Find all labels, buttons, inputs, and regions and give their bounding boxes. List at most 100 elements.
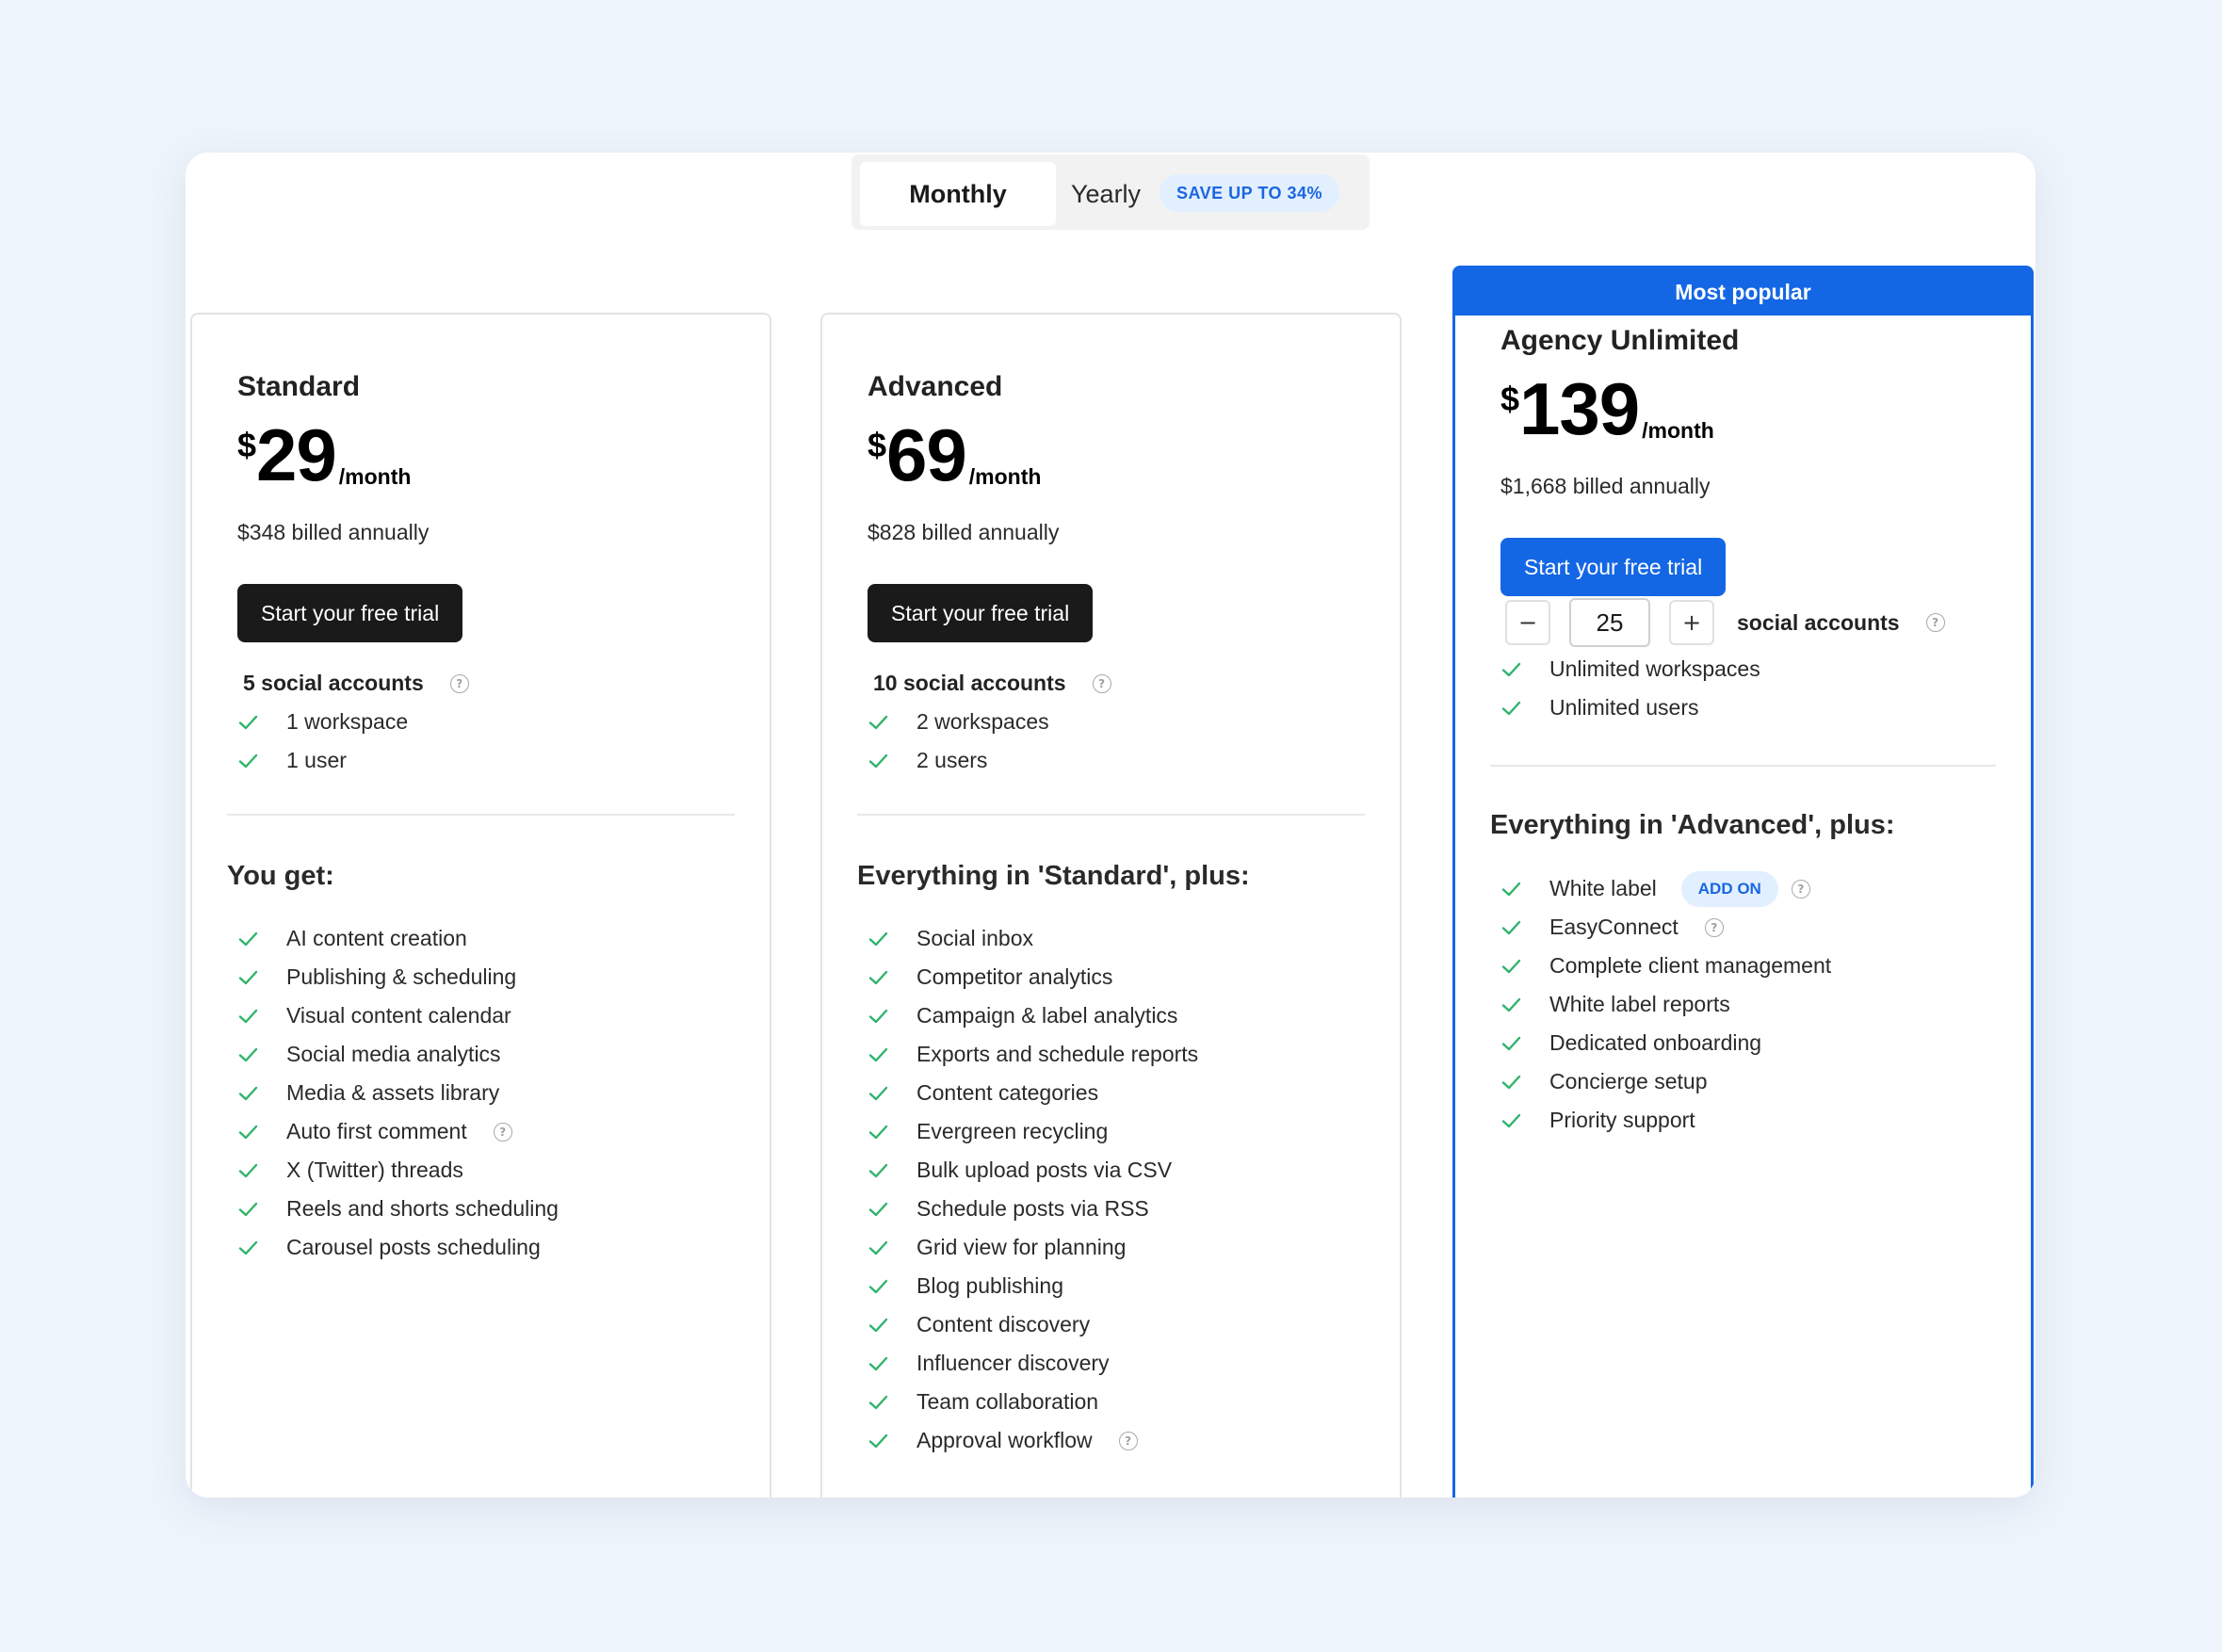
plan-card-agency-unlimited: Most popular Agency Unlimited $ 139 /mon… xyxy=(1452,266,2034,1498)
check-icon xyxy=(868,1006,888,1027)
plan-limits: 2 workspaces 2 users xyxy=(868,703,1049,780)
info-icon[interactable]: ? xyxy=(493,1122,512,1142)
feature-item: Visual content calendar xyxy=(237,996,559,1035)
feature-item: Blog publishing xyxy=(868,1267,1198,1305)
feature-label: Campaign & label analytics xyxy=(916,1003,1178,1028)
feature-label: Approval workflow xyxy=(916,1428,1093,1452)
divider xyxy=(857,814,1365,816)
feature-item: Concierge setup xyxy=(1500,1062,1831,1101)
check-icon xyxy=(1500,917,1521,938)
feature-label: Schedule posts via RSS xyxy=(916,1196,1149,1221)
feature-label: Bulk upload posts via CSV xyxy=(916,1158,1173,1182)
feature-item: Dedicated onboarding xyxy=(1500,1024,1831,1062)
feature-label: EasyConnect xyxy=(1549,915,1679,939)
feature-item: Team collaboration xyxy=(868,1383,1198,1421)
feature-label: Reels and shorts scheduling xyxy=(286,1196,559,1221)
billing-toggle: Monthly Yearly SAVE UP TO 34% xyxy=(851,154,1370,230)
feature-label: Grid view for planning xyxy=(916,1235,1127,1259)
decrement-button[interactable]: − xyxy=(1505,600,1550,645)
info-icon[interactable]: ? xyxy=(1118,1431,1138,1450)
check-icon xyxy=(1500,1072,1521,1093)
check-icon xyxy=(1500,659,1521,680)
billing-option-yearly[interactable]: Yearly xyxy=(1071,162,1141,226)
feature-label: Unlimited users xyxy=(1549,695,1699,720)
check-icon xyxy=(237,1045,258,1065)
check-icon xyxy=(868,1276,888,1297)
feature-item: Content discovery xyxy=(868,1305,1198,1344)
social-accounts-count: 5 social accounts ? xyxy=(243,671,469,696)
plan-price: $ 69 /month xyxy=(868,418,1041,492)
check-icon xyxy=(868,712,888,733)
social-accounts-label: social accounts ? xyxy=(1737,610,1945,636)
check-icon xyxy=(237,1199,258,1220)
start-free-trial-button[interactable]: Start your free trial xyxy=(868,584,1094,642)
feature-label: Influencer discovery xyxy=(916,1351,1110,1375)
feature-item: Grid view for planning xyxy=(868,1228,1198,1267)
check-icon xyxy=(1500,879,1521,899)
start-free-trial-button[interactable]: Start your free trial xyxy=(237,584,463,642)
plan-name: Standard xyxy=(237,371,361,402)
social-accounts-input[interactable] xyxy=(1569,598,1650,647)
plan-name: Advanced xyxy=(868,371,1003,402)
social-accounts-count: 10 social accounts ? xyxy=(873,671,1111,696)
feature-item: Reels and shorts scheduling xyxy=(237,1190,559,1228)
feature-label: Dedicated onboarding xyxy=(1549,1030,1762,1055)
info-icon[interactable]: ? xyxy=(1791,879,1810,899)
feature-label: Team collaboration xyxy=(916,1389,1099,1414)
feature-label: Blog publishing xyxy=(916,1273,1064,1298)
price-amount: 29 xyxy=(256,413,337,496)
feature-label: Evergreen recycling xyxy=(916,1119,1109,1143)
feature-item: Competitor analytics xyxy=(868,958,1198,996)
plan-card-advanced: Advanced $ 69 /month $828 billed annuall… xyxy=(820,313,1402,1498)
feature-label: Auto first comment xyxy=(286,1119,467,1143)
feature-label: Carousel posts scheduling xyxy=(286,1235,541,1259)
feature-list: White label ADD ON? EasyConnect? Complete c… xyxy=(1500,869,1831,1140)
check-icon xyxy=(868,929,888,949)
info-icon[interactable]: ? xyxy=(1925,613,1945,632)
check-icon xyxy=(868,1431,888,1451)
feature-label: 1 workspace xyxy=(286,709,409,734)
info-icon[interactable]: ? xyxy=(449,673,469,693)
feature-item: Evergreen recycling xyxy=(868,1112,1198,1151)
feature-item: Social media analytics xyxy=(237,1035,559,1074)
check-icon xyxy=(237,712,258,733)
check-icon xyxy=(868,1160,888,1181)
check-icon xyxy=(237,967,258,988)
check-icon xyxy=(868,1083,888,1104)
feature-item: Carousel posts scheduling xyxy=(237,1228,559,1267)
feature-list: Social inbox Competitor analytics Campaign… xyxy=(868,919,1198,1460)
price-currency: $ xyxy=(1500,380,1520,418)
feature-item: White label ADD ON? xyxy=(1500,869,1831,908)
feature-label: Visual content calendar xyxy=(286,1003,511,1028)
feature-label: Concierge setup xyxy=(1549,1069,1708,1093)
feature-list: AI content creation Publishing & scheduli… xyxy=(237,919,559,1267)
divider xyxy=(227,814,735,816)
feature-item: Schedule posts via RSS xyxy=(868,1190,1198,1228)
feature-label: Exports and schedule reports xyxy=(916,1042,1199,1066)
start-free-trial-button[interactable]: Start your free trial xyxy=(1500,538,1727,596)
check-icon xyxy=(868,967,888,988)
feature-label: Social inbox xyxy=(916,926,1034,950)
plan-price: $ 139 /month xyxy=(1500,372,1714,445)
price-period: /month xyxy=(1642,418,1714,443)
billing-option-monthly[interactable]: Monthly xyxy=(860,162,1056,226)
plan-price: $ 29 /month xyxy=(237,418,411,492)
check-icon xyxy=(1500,956,1521,977)
plan-limits: Unlimited workspaces Unlimited users xyxy=(1500,650,1760,727)
check-icon xyxy=(868,1122,888,1142)
feature-item: Unlimited users xyxy=(1500,688,1760,727)
feature-item: Influencer discovery xyxy=(868,1344,1198,1383)
info-icon[interactable]: ? xyxy=(1704,917,1724,937)
increment-button[interactable]: + xyxy=(1669,600,1714,645)
feature-item: 2 workspaces xyxy=(868,703,1049,741)
price-currency: $ xyxy=(237,426,257,464)
most-popular-banner: Most popular xyxy=(1455,268,2031,316)
info-icon[interactable]: ? xyxy=(1092,673,1111,693)
feature-item: Media & assets library xyxy=(237,1074,559,1112)
feature-item: AI content creation xyxy=(237,919,559,958)
check-icon xyxy=(1500,1033,1521,1054)
feature-item: White label reports xyxy=(1500,985,1831,1024)
check-icon xyxy=(237,1083,258,1104)
check-icon xyxy=(868,1315,888,1336)
price-currency: $ xyxy=(868,426,887,464)
